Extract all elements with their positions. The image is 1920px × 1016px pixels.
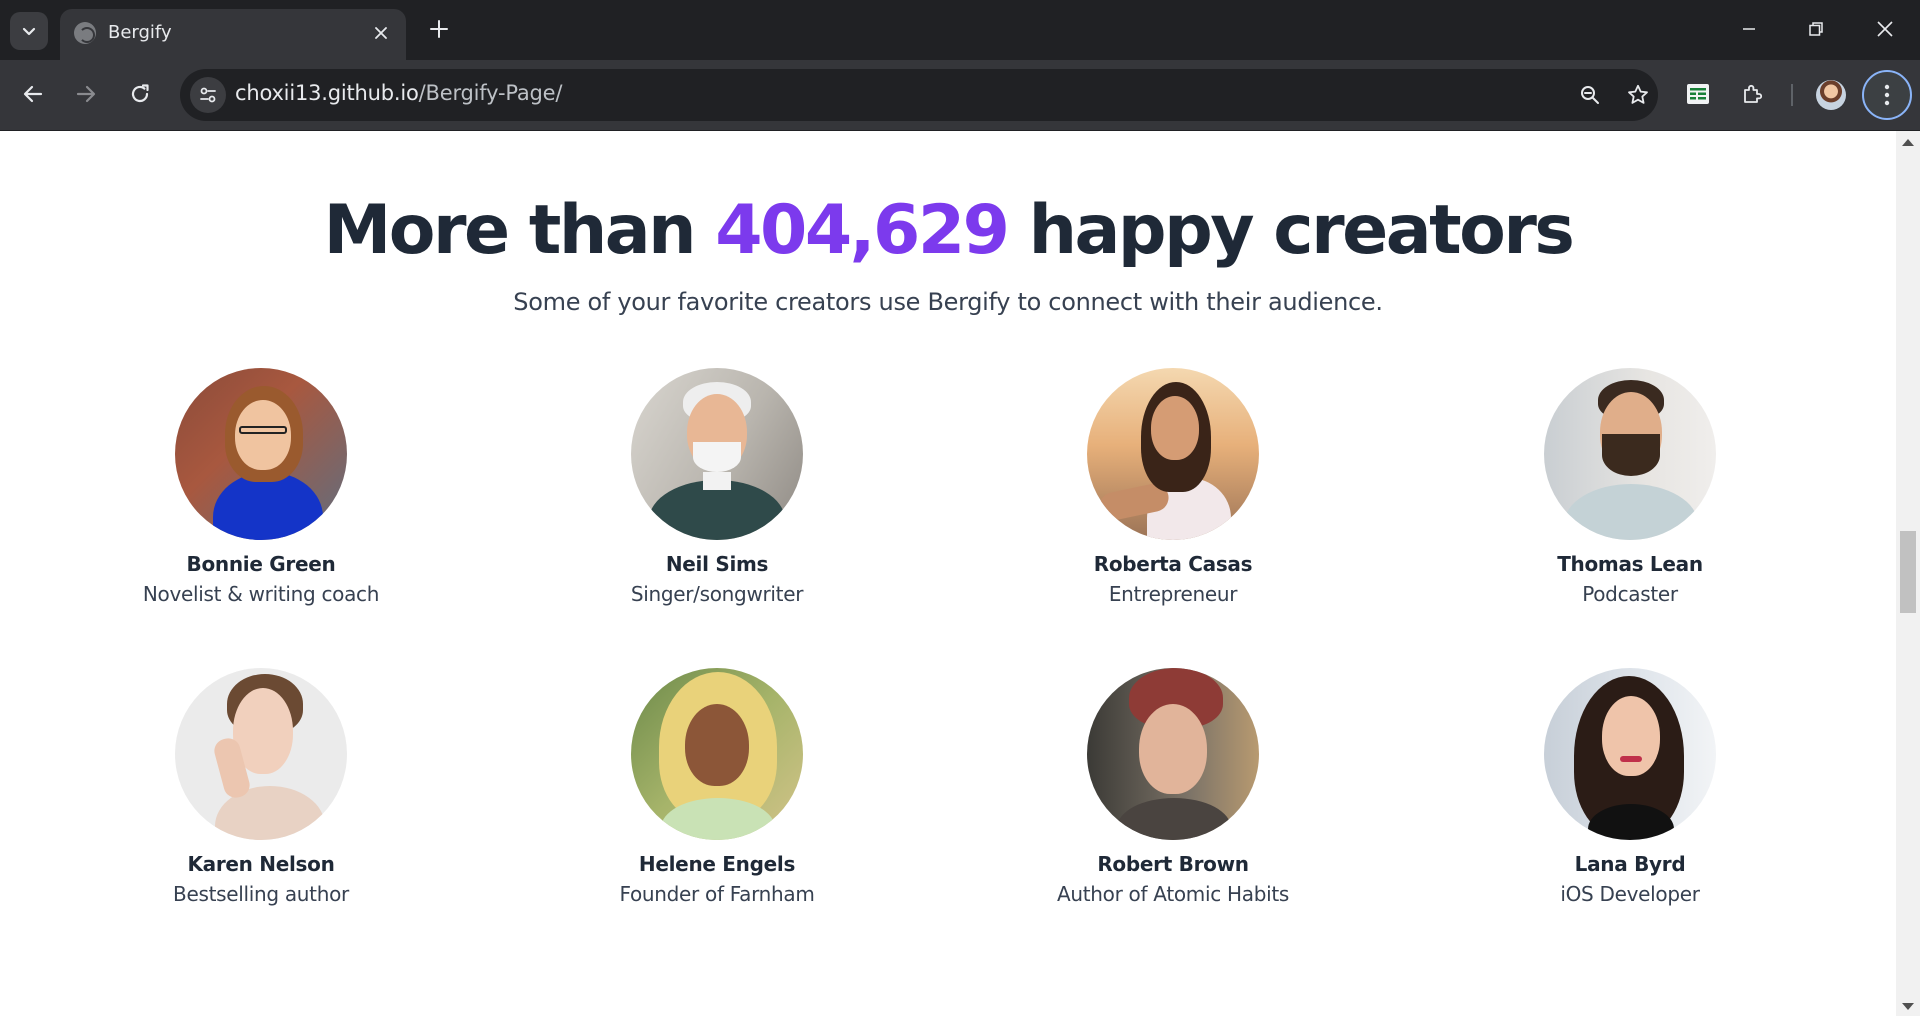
creator-role: Founder of Farnham: [619, 882, 815, 906]
page-scrollbar[interactable]: [1896, 131, 1920, 1016]
browser-tab[interactable]: Bergify: [60, 9, 406, 60]
url-text[interactable]: choxii13.github.io/Bergify-Page/: [235, 81, 562, 105]
creator-card: Roberta Casas Entrepreneur: [993, 368, 1353, 606]
creator-role: Singer/songwriter: [630, 582, 804, 606]
creator-role: iOS Developer: [1560, 882, 1700, 906]
creator-role: Bestselling author: [173, 882, 349, 906]
back-icon: [23, 85, 43, 103]
site-info-button[interactable]: [190, 77, 226, 113]
url-path: /Bergify-Page/: [418, 81, 563, 105]
chrome-menu-button[interactable]: [1862, 70, 1912, 120]
forward-icon: [76, 85, 96, 103]
creator-name: Karen Nelson: [187, 852, 335, 876]
scroll-thumb[interactable]: [1900, 531, 1916, 613]
creator-card: Bonnie Green Novelist & writing coach: [81, 368, 441, 606]
creator-card: Karen Nelson Bestselling author: [81, 668, 441, 906]
sheets-extension-button[interactable]: [1678, 74, 1718, 114]
page-title: More than 404,629 happy creators: [0, 191, 1896, 270]
chevron-down-icon: [22, 27, 36, 36]
creator-photo: [631, 368, 803, 540]
zoom-button[interactable]: [1574, 79, 1606, 111]
creator-card: Thomas Lean Podcaster: [1450, 368, 1810, 606]
site-info-icon: [200, 87, 216, 103]
creator-card: Lana Byrd iOS Developer: [1450, 668, 1810, 906]
tab-search-button[interactable]: [10, 12, 48, 50]
tab-strip: Bergify: [0, 0, 1920, 60]
minimize-icon: [1743, 28, 1755, 30]
creator-card: Neil Sims Singer/songwriter: [537, 368, 897, 606]
scroll-down-arrow-icon[interactable]: [1902, 1003, 1914, 1010]
extensions-button[interactable]: [1733, 74, 1773, 114]
tab-close-button[interactable]: [368, 20, 394, 46]
creator-photo: [1087, 368, 1259, 540]
creator-role: Author of Atomic Habits: [1056, 882, 1290, 906]
globe-icon: [74, 22, 96, 44]
creator-photo: [175, 668, 347, 840]
creator-name: Roberta Casas: [1093, 552, 1253, 576]
sheets-extension-icon: [1687, 84, 1709, 104]
kebab-menu-icon: [1884, 84, 1890, 106]
tab-title: Bergify: [108, 22, 172, 43]
plus-icon: [430, 20, 448, 38]
creator-name: Lana Byrd: [1574, 852, 1686, 876]
title-suffix: happy creators: [1007, 191, 1575, 270]
creator-name: Bonnie Green: [186, 552, 336, 576]
reload-button[interactable]: [120, 74, 160, 114]
scroll-up-arrow-icon[interactable]: [1902, 139, 1914, 146]
title-prefix: More than: [323, 191, 716, 270]
browser-toolbar: choxii13.github.io/Bergify-Page/: [0, 60, 1920, 130]
star-icon: [1628, 84, 1648, 104]
restore-icon: [1809, 22, 1823, 36]
profile-avatar[interactable]: [1816, 80, 1846, 110]
creator-role: Novelist & writing coach: [142, 582, 380, 606]
close-icon: [375, 27, 387, 39]
creator-photo: [1087, 668, 1259, 840]
creator-card: Robert Brown Author of Atomic Habits: [993, 668, 1353, 906]
creator-photo: [175, 368, 347, 540]
new-tab-button[interactable]: [424, 14, 454, 44]
creator-name: Thomas Lean: [1557, 552, 1703, 576]
creator-photo: [1544, 668, 1716, 840]
restore-button[interactable]: [1793, 8, 1839, 50]
creator-role: Podcaster: [1582, 582, 1678, 606]
zoom-icon: [1581, 86, 1599, 104]
toolbar-divider: [1791, 84, 1793, 106]
creator-count: 404,629: [715, 191, 1010, 270]
window-close-icon: [1877, 21, 1893, 37]
url-host: choxii13.github.io: [235, 81, 419, 105]
forward-button[interactable]: [66, 74, 106, 114]
bookmark-button[interactable]: [1622, 79, 1654, 111]
creator-card: Helene Engels Founder of Farnham: [537, 668, 897, 906]
creator-photo: [631, 668, 803, 840]
creator-name: Robert Brown: [1097, 852, 1249, 876]
window-close-button[interactable]: [1862, 8, 1908, 50]
back-button[interactable]: [13, 74, 53, 114]
creator-name: Helene Engels: [638, 852, 796, 876]
minimize-button[interactable]: [1726, 8, 1772, 50]
page-subtitle: Some of your favorite creators use Bergi…: [513, 288, 1383, 316]
creator-name: Neil Sims: [665, 552, 769, 576]
creator-role: Entrepreneur: [1108, 582, 1238, 606]
address-bar[interactable]: choxii13.github.io/Bergify-Page/: [180, 69, 1658, 121]
creator-photo: [1544, 368, 1716, 540]
reload-icon: [131, 84, 149, 103]
puzzle-icon: [1744, 84, 1763, 103]
